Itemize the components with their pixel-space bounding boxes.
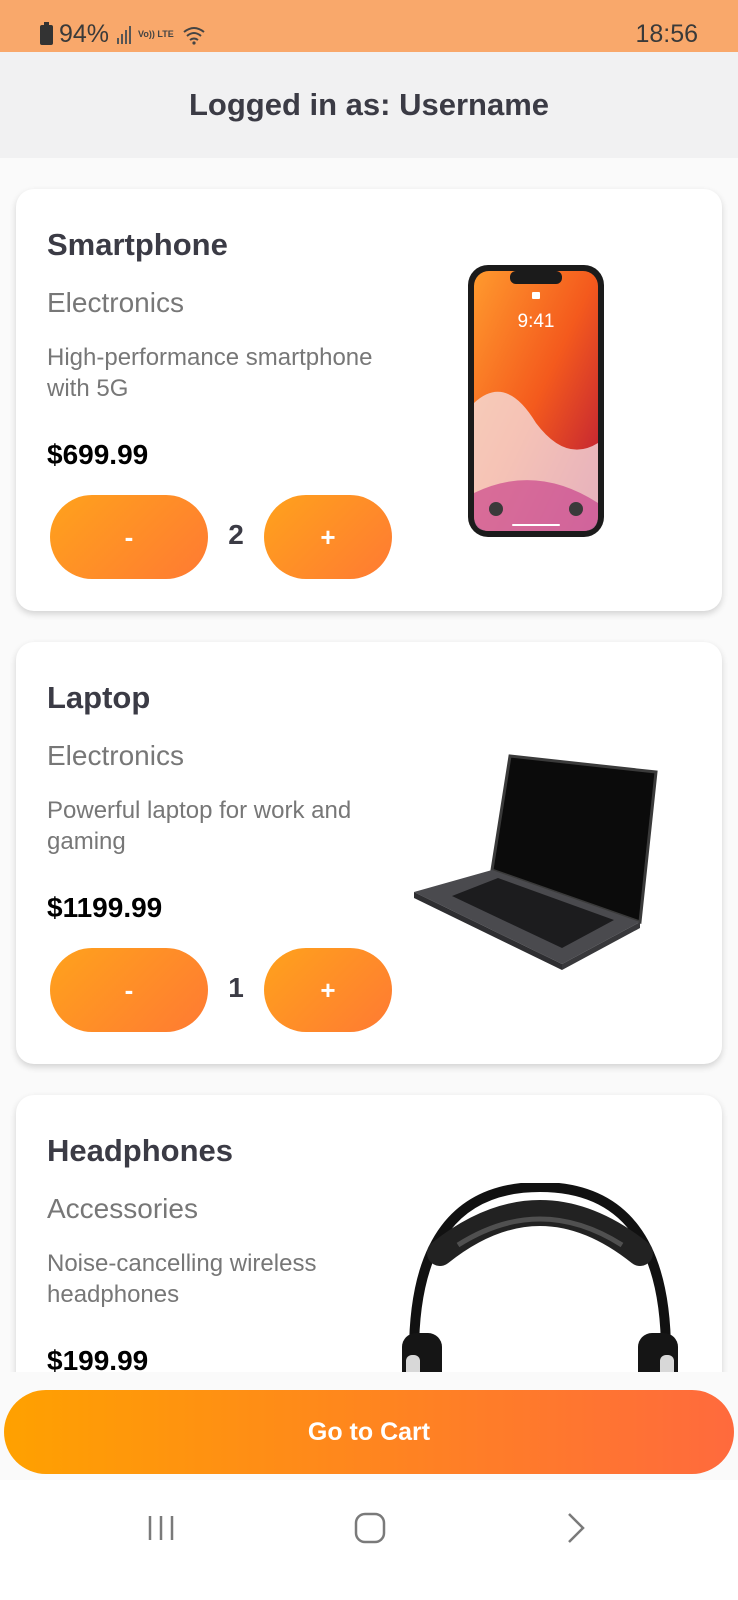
home-icon[interactable] <box>340 1506 400 1550</box>
product-name: Smartphone <box>47 227 228 262</box>
product-category: Electronics <box>47 287 184 318</box>
product-price: $199.99 <box>47 1345 149 1372</box>
product-price: $1199.99 <box>47 892 163 923</box>
app-header: Logged in as: Username <box>0 52 738 158</box>
increase-quantity-button[interactable]: + <box>264 948 392 1032</box>
product-price: $699.99 <box>47 439 149 470</box>
product-card-laptop: Laptop Electronics Powerful laptop for w… <box>16 642 722 1064</box>
decrease-quantity-button[interactable]: - <box>50 495 208 579</box>
phone-screen-time: 9:41 <box>518 311 555 332</box>
product-list[interactable]: Smartphone Electronics High-performance … <box>0 176 738 1372</box>
product-category: Electronics <box>47 740 184 771</box>
recent-apps-icon[interactable] <box>131 1506 191 1550</box>
battery-level: 94% <box>59 20 110 48</box>
status-left: 94% Vo)) LTE <box>40 20 206 49</box>
smartphone-image: 9:41 <box>468 265 604 537</box>
increase-quantity-button[interactable]: + <box>264 495 392 579</box>
laptop-image <box>414 754 658 970</box>
quantity-value: 1 <box>228 972 244 1003</box>
decrease-quantity-button[interactable]: - <box>50 948 208 1032</box>
product-name: Headphones <box>47 1133 234 1168</box>
header-divider <box>0 158 738 176</box>
product-description: Noise-cancelling wireless headphones <box>47 1250 317 1308</box>
product-description: Powerful laptop for work and gaming <box>47 797 352 855</box>
signal-icon <box>117 25 132 44</box>
product-card-smartphone: Smartphone Electronics High-performance … <box>16 189 722 611</box>
headphones-image <box>402 1183 678 1372</box>
status-bar: 94% Vo)) LTE 18:56 <box>0 0 738 52</box>
battery-icon <box>40 21 53 45</box>
wifi-icon <box>183 26 205 45</box>
volte-icon: Vo)) LTE <box>138 29 174 39</box>
go-to-cart-button[interactable]: Go to Cart <box>4 1390 734 1474</box>
page-title: Logged in as: Username <box>188 87 550 122</box>
quantity-value: 2 <box>228 519 244 550</box>
product-card-headphones: Headphones Accessories Noise-cancelling … <box>16 1095 722 1372</box>
status-time: 18:56 <box>635 20 698 48</box>
product-name: Laptop <box>47 680 151 715</box>
product-category: Accessories <box>47 1193 198 1224</box>
back-icon[interactable] <box>546 1506 606 1550</box>
product-description: High-performance smartphone with 5G <box>47 344 373 402</box>
